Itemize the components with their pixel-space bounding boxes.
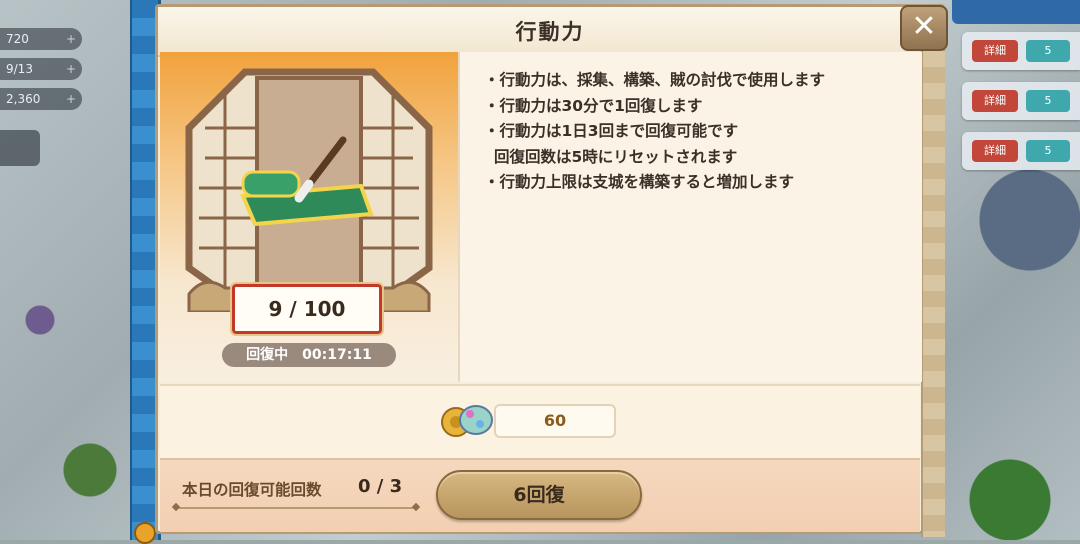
- plus-icon: +: [65, 32, 76, 46]
- resource-value: 720: [6, 32, 29, 46]
- info-line-3: ・行動力は1日3回まで回復可能です: [484, 122, 739, 140]
- detail-badge: 詳細: [972, 90, 1018, 112]
- recover-button[interactable]: 6回復: [436, 470, 642, 520]
- divider-line: [176, 507, 416, 509]
- info-line-1: ・行動力は、採集、構築、賊の討伐で使用します: [484, 71, 826, 89]
- side-menu-button[interactable]: [0, 130, 40, 166]
- right-card-2[interactable]: 詳細 5: [962, 82, 1080, 120]
- panel-side-pattern: [921, 51, 945, 537]
- top-right-bar: [952, 0, 1080, 24]
- dialog-title: 行動力: [515, 20, 585, 44]
- daily-recovery-label: 本日の回復可能回数: [182, 481, 322, 499]
- currency-coin-icon: [441, 405, 493, 437]
- resource-value: 9/13: [6, 62, 33, 76]
- daily-recovery-count: 0 / 3: [358, 476, 403, 497]
- cost-value: 60: [494, 404, 616, 438]
- octagon-window-icon: [185, 68, 433, 312]
- dialog-title-bar: 行動力: [158, 7, 942, 57]
- rail-knob-icon: [134, 522, 156, 544]
- info-line-4: 回復回数は5時にリセットされます: [494, 147, 738, 166]
- resource-pill-2[interactable]: 9/13 +: [0, 58, 82, 80]
- info-text: ・行動力は、採集、構築、賊の討伐で使用します ・行動力は30分で1回復します ・…: [484, 68, 825, 196]
- close-button[interactable]: ✕: [900, 5, 948, 51]
- right-card-1[interactable]: 詳細 5: [962, 32, 1080, 70]
- resource-pill-1[interactable]: 720 +: [0, 28, 82, 50]
- count-badge: 5: [1026, 90, 1070, 112]
- detail-badge: 詳細: [972, 40, 1018, 62]
- recovery-timer: 回復中 00:17:11: [222, 343, 396, 367]
- plus-icon: +: [65, 62, 76, 76]
- info-line-2: ・行動力は30分で1回復します: [484, 96, 703, 115]
- resource-pill-3[interactable]: 2,360 +: [0, 88, 82, 110]
- action-power-counter: 9 / 100: [230, 282, 384, 336]
- count-badge: 5: [1026, 140, 1070, 162]
- count-badge: 5: [1026, 40, 1070, 62]
- plus-icon: +: [65, 92, 76, 106]
- right-card-3[interactable]: 詳細 5: [962, 132, 1080, 170]
- detail-badge: 詳細: [972, 140, 1018, 162]
- info-line-5: ・行動力上限は支城を構築すると増加します: [484, 173, 795, 191]
- resource-value: 2,360: [6, 92, 41, 106]
